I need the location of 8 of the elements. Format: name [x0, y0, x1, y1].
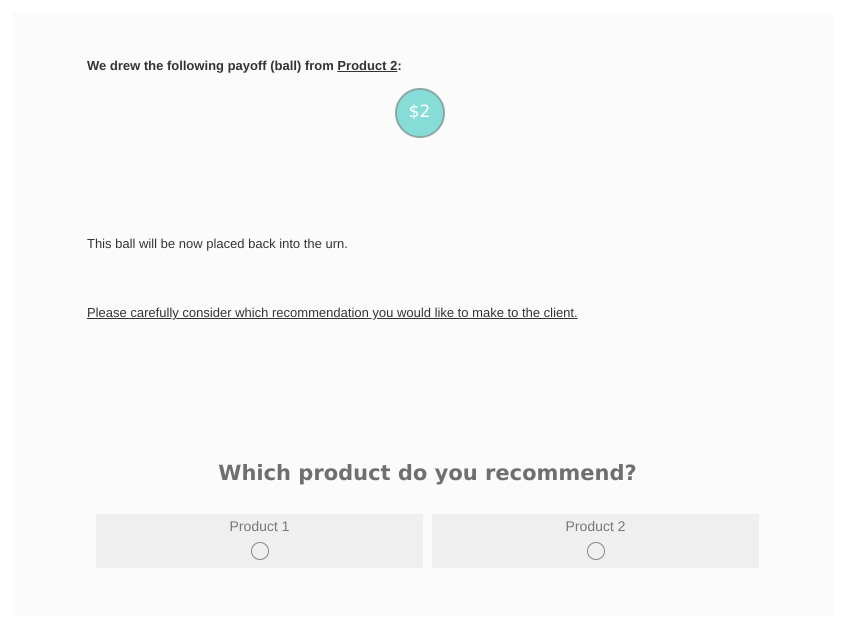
- placed-back-text: This ball will be now placed back into the urn.: [87, 234, 348, 253]
- question-heading: Which product do you recommend?: [217, 460, 638, 486]
- draw-statement: We drew the following payoff (ball) from Product 2:: [87, 57, 402, 75]
- product-option[interactable]: Product 2: [432, 514, 759, 568]
- radio-button[interactable]: [586, 542, 604, 560]
- radio-button[interactable]: [250, 542, 268, 560]
- consider-link[interactable]: Please carefully consider which recommendation you would like to make to the client.: [87, 303, 578, 322]
- product-option[interactable]: Product 1: [96, 514, 423, 568]
